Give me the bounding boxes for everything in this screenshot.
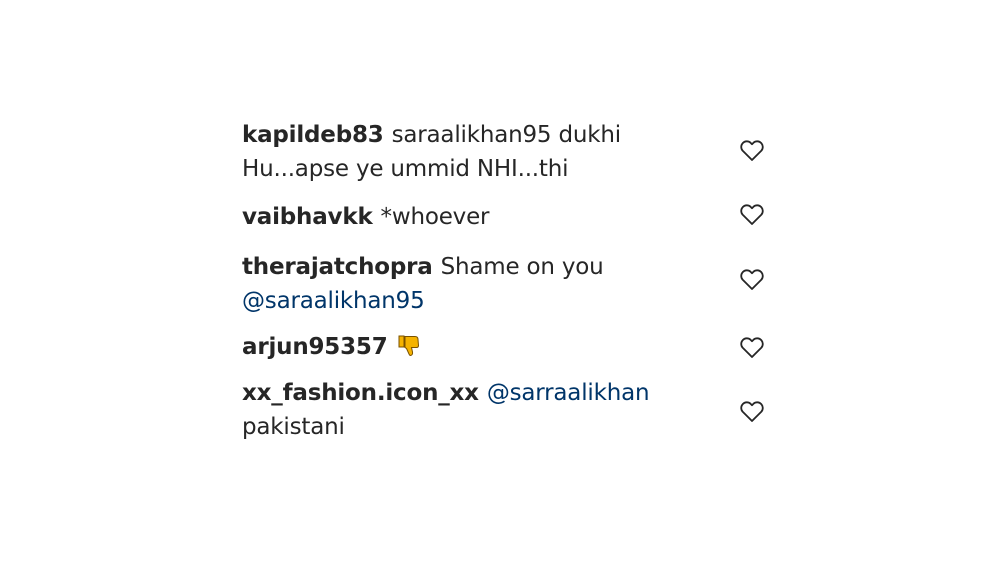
heart-icon[interactable] — [739, 202, 765, 226]
heart-icon[interactable] — [739, 399, 765, 423]
comment-item: vaibhavkk *whoever — [242, 200, 782, 250]
comment-mention[interactable]: @sarraalikhan — [487, 380, 650, 406]
comment-item: xx_fashion.icon_xx @sarraalikhan pakistani — [242, 376, 782, 448]
comment-item: kapildeb83 saraalikhan95 dukhi Hu...apse … — [242, 118, 782, 200]
comment-item: arjun95357 — [242, 330, 782, 376]
comment-body: Shame on you — [440, 254, 604, 280]
comment-username[interactable]: vaibhavkk — [242, 204, 373, 230]
comment-username[interactable]: xx_fashion.icon_xx — [242, 380, 479, 406]
thumbs-down-emoji-icon — [396, 332, 422, 358]
comment-body: *whoever — [380, 204, 490, 230]
comment-text: therajatchopra Shame on you @saraalikhan95 — [242, 250, 682, 318]
comment-text: vaibhavkk *whoever — [242, 200, 682, 234]
comment-username[interactable]: arjun95357 — [242, 334, 388, 360]
heart-icon[interactable] — [739, 267, 765, 291]
comment-username[interactable]: kapildeb83 — [242, 122, 384, 148]
comment-text: xx_fashion.icon_xx @sarraalikhan pakistani — [242, 376, 682, 444]
comment-item: therajatchopra Shame on you @saraalikhan95 — [242, 250, 782, 330]
heart-icon[interactable] — [739, 335, 765, 359]
comment-text: arjun95357 — [242, 330, 682, 364]
comments-list: kapildeb83 saraalikhan95 dukhi Hu...apse … — [242, 118, 782, 448]
comment-mention[interactable]: @saraalikhan95 — [242, 288, 425, 314]
comment-username[interactable]: therajatchopra — [242, 254, 433, 280]
heart-icon[interactable] — [739, 138, 765, 162]
comment-text: kapildeb83 saraalikhan95 dukhi Hu...apse … — [242, 118, 682, 186]
comment-body: pakistani — [242, 414, 345, 440]
